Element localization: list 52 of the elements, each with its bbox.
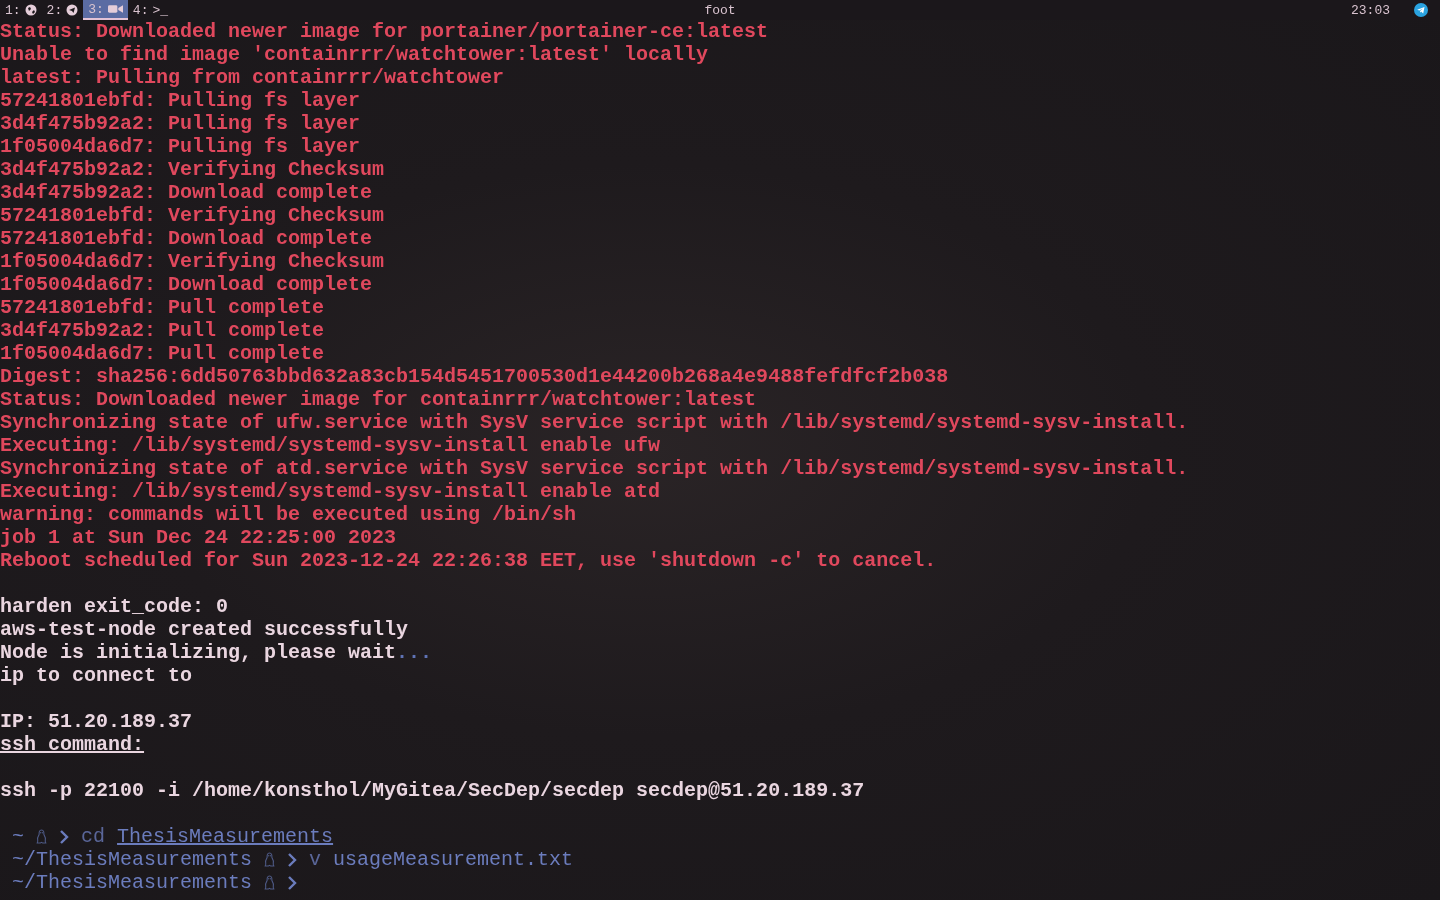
output-line: Synchronizing state of atd.service with SysV service script with /lib/systemd/systemd-sysv-install. (0, 457, 1190, 480)
output-line: Unable to find image 'containrrr/watchtower:latest' locally (0, 43, 710, 66)
command-argument: ThesisMeasurements (116, 825, 334, 848)
prompt-path: ~/ThesisMeasurements (12, 871, 253, 894)
workspace-button[interactable]: 4: >_ (127, 0, 174, 20)
output-line: 1f05004da6d7: Pulling fs layer (0, 135, 362, 158)
video-camera-icon (107, 3, 123, 15)
chevron-icon (287, 874, 298, 891)
output-line: Executing: /lib/systemd/systemd-sysv-install enable atd (0, 480, 662, 503)
output-line: job 1 at Sun Dec 24 22:25:00 2023 (0, 526, 398, 549)
output-line: 57241801ebfd: Pulling fs layer (0, 89, 362, 112)
command-argument: usageMeasurement.txt (332, 848, 574, 871)
workspace-button[interactable]: 1: (0, 0, 42, 20)
output-line: harden exit_code: 0 (0, 595, 230, 618)
output-line: 3d4f475b92a2: Pulling fs layer (0, 112, 362, 135)
command-text: cd (81, 825, 106, 848)
output-line: IP: 51.20.189.37 (0, 710, 194, 733)
output-line: 1f05004da6d7: Download complete (0, 273, 374, 296)
output-line: 3d4f475b92a2: Download complete (0, 181, 374, 204)
terminal-icon: >_ (152, 2, 169, 18)
output-line: ssh -p 22100 -i /home/konsthol/MyGitea/SecDep/secdep secdep@51.20.189.37 (0, 779, 866, 802)
prompt-path: ~ (12, 825, 24, 848)
clock: 23:03 (1351, 2, 1390, 18)
output-line: Node is initializing, please wait (0, 641, 397, 664)
output-line: Executing: /lib/systemd/systemd-sysv-install enable ufw (0, 434, 662, 457)
prompt-path: ~/ThesisMeasurements (12, 848, 253, 871)
output-line: 57241801ebfd: Verifying Checksum (0, 204, 386, 227)
output-line: Digest: sha256:6dd50763bbd632a83cb154d5451700530d1e44200b268a4e9488fefdfcf2b038 (0, 365, 950, 388)
output-line: Reboot scheduled for Sun 2023-12-24 22:26:38 EET, use 'shutdown -c' to cancel. (0, 549, 938, 572)
chevron-icon (59, 828, 69, 845)
output-line: latest: Pulling from containrrr/watchtower (0, 66, 506, 89)
output-line: 1f05004da6d7: Pull complete (0, 342, 326, 365)
workspace-button[interactable]: 2: (41, 0, 84, 20)
paper-plane-icon[interactable] (1414, 3, 1428, 17)
globe-icon (24, 4, 37, 16)
output-line: ip to connect to (0, 664, 194, 687)
output-line: warning: commands will be executed using /bin/sh (0, 503, 578, 526)
command-text: v (309, 848, 322, 871)
output-line: Status: Downloaded newer image for containrrr/watchtower:latest (0, 388, 758, 411)
chevron-icon (287, 851, 298, 868)
output-line: Status: Downloaded newer image for portainer/portainer-ce:latest (0, 20, 770, 43)
output-line: 3d4f475b92a2: Pull complete (0, 319, 326, 342)
output-line: 3d4f475b92a2: Verifying Checksum (0, 158, 386, 181)
output-line: 57241801ebfd: Download complete (0, 227, 374, 250)
output-line: 1f05004da6d7: Verifying Checksum (0, 250, 386, 273)
window-title: foot (704, 2, 736, 18)
output-line: aws-test-node created successfully (0, 618, 410, 641)
output-line: ssh command: (0, 733, 145, 756)
ellipsis: ... (396, 641, 433, 664)
output-line: Synchronizing state of ufw.service with SysV service script with /lib/systemd/systemd-sysv-install. (0, 411, 1190, 434)
output-line: 57241801ebfd: Pull complete (0, 296, 326, 319)
paper-plane-icon (66, 4, 79, 16)
